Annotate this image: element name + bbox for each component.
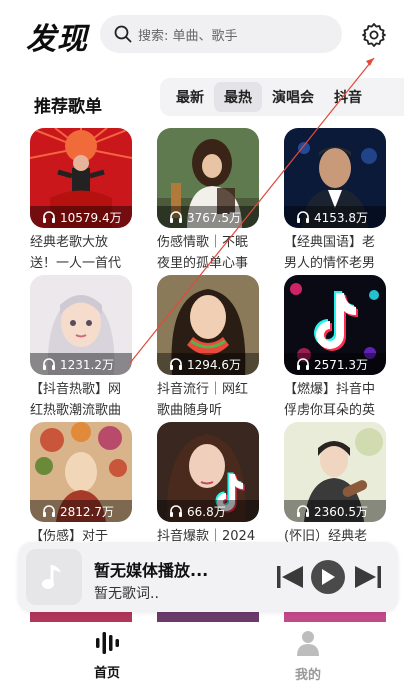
- tab-newest[interactable]: 最新: [166, 82, 214, 112]
- playlist-name[interactable]: 伤感情歌｜不眠夜里的孤单心事: [157, 232, 259, 274]
- next-row-peek: [284, 612, 386, 622]
- playlist-name[interactable]: 抖音流行｜网红歌曲随身听: [157, 379, 259, 421]
- previous-button[interactable]: [276, 564, 304, 590]
- search-bar[interactable]: 搜索: 单曲、歌手: [100, 15, 342, 53]
- headphones-icon: [297, 358, 309, 370]
- headphones-icon: [170, 358, 182, 370]
- tab-hottest[interactable]: 最热: [214, 82, 262, 112]
- section-title: 推荐歌单: [34, 97, 102, 117]
- headphones-icon: [43, 358, 55, 370]
- play-count-text: 4153.8万: [314, 210, 368, 225]
- player-lyrics: 暂无歌词..: [94, 586, 159, 602]
- playlist-grid: 10579.4万 经典老歌大放送！一人一首代 3767.5万 伤感情歌｜不眠夜里…: [30, 128, 386, 558]
- playlist-name[interactable]: 【抖音热歌】网红热歌潮流歌曲: [30, 379, 132, 421]
- playlist-name[interactable]: 【燃爆】抖音中俘虏你耳朵的英: [284, 379, 386, 421]
- bars-icon: [96, 632, 119, 654]
- gear-icon: [362, 23, 386, 47]
- play-count: 4153.8万: [284, 206, 386, 228]
- next-button[interactable]: [354, 564, 382, 590]
- play-count: 1231.2万: [30, 353, 132, 375]
- playlist-name[interactable]: 经典老歌大放送！一人一首代: [30, 232, 132, 274]
- playlist-cover[interactable]: 3767.5万: [157, 128, 259, 228]
- playlist-cover[interactable]: 4153.8万: [284, 128, 386, 228]
- search-placeholder: 搜索: 单曲、歌手: [138, 28, 238, 44]
- play-count-text: 10579.4万: [60, 210, 122, 225]
- play-count: 2571.3万: [284, 353, 386, 375]
- playlist-cover[interactable]: 2812.7万: [30, 422, 132, 522]
- category-tabs: 最新 最热 演唱会 抖音: [160, 78, 404, 116]
- nav-me-label: 我的: [294, 668, 321, 683]
- playlist-name[interactable]: 【经典国语】老男人的情怀老男: [284, 232, 386, 274]
- tab-concert[interactable]: 演唱会: [262, 82, 324, 112]
- mini-player[interactable]: 暂无媒体播放... 暂无歌词..: [18, 542, 398, 612]
- playlist-cover[interactable]: 1231.2万: [30, 275, 132, 375]
- next-icon: [355, 566, 381, 588]
- tab-douyin[interactable]: 抖音: [324, 82, 372, 112]
- settings-button[interactable]: [359, 20, 389, 50]
- play-count: 3767.5万: [157, 206, 259, 228]
- play-count-text: 2571.3万: [314, 357, 368, 372]
- nav-home[interactable]: 首页: [77, 630, 137, 681]
- playlist-cover[interactable]: 66.8万: [157, 422, 259, 522]
- search-icon: [114, 25, 132, 43]
- play-icon: [322, 569, 335, 585]
- header: 发现 搜索: 单曲、歌手: [0, 0, 404, 70]
- play-count-text: 3767.5万: [187, 210, 241, 225]
- play-count: 2812.7万: [30, 500, 132, 522]
- playlist-cover[interactable]: 1294.6万: [157, 275, 259, 375]
- player-artwork: [26, 549, 82, 605]
- play-count-text: 66.8万: [187, 504, 226, 519]
- play-count: 2360.5万: [284, 500, 386, 522]
- headphones-icon: [170, 505, 182, 517]
- music-note-icon: [42, 565, 61, 589]
- play-count-text: 2812.7万: [60, 504, 114, 519]
- play-count-text: 1294.6万: [187, 357, 241, 372]
- next-row-peek: [157, 612, 259, 622]
- headphones-icon: [43, 211, 55, 223]
- playlist-cover[interactable]: 2360.5万: [284, 422, 386, 522]
- bottom-nav: 首页 我的: [0, 622, 404, 689]
- nav-home-label: 首页: [93, 666, 120, 681]
- play-count: 66.8万: [157, 500, 259, 522]
- play-button[interactable]: [311, 560, 345, 594]
- playlist-cover[interactable]: 10579.4万: [30, 128, 132, 228]
- play-count-text: 1231.2万: [60, 357, 114, 372]
- player-title: 暂无媒体播放...: [94, 561, 209, 580]
- person-icon: [297, 631, 319, 656]
- page-title: 发现: [26, 22, 88, 57]
- playlist-cover[interactable]: 2571.3万: [284, 275, 386, 375]
- headphones-icon: [297, 505, 309, 517]
- play-count: 1294.6万: [157, 353, 259, 375]
- play-count-text: 2360.5万: [314, 504, 368, 519]
- play-count: 10579.4万: [30, 206, 132, 228]
- headphones-icon: [297, 211, 309, 223]
- headphones-icon: [43, 505, 55, 517]
- previous-icon: [277, 566, 303, 588]
- headphones-icon: [170, 211, 182, 223]
- nav-me[interactable]: 我的: [278, 630, 338, 683]
- next-row-peek: [30, 612, 132, 622]
